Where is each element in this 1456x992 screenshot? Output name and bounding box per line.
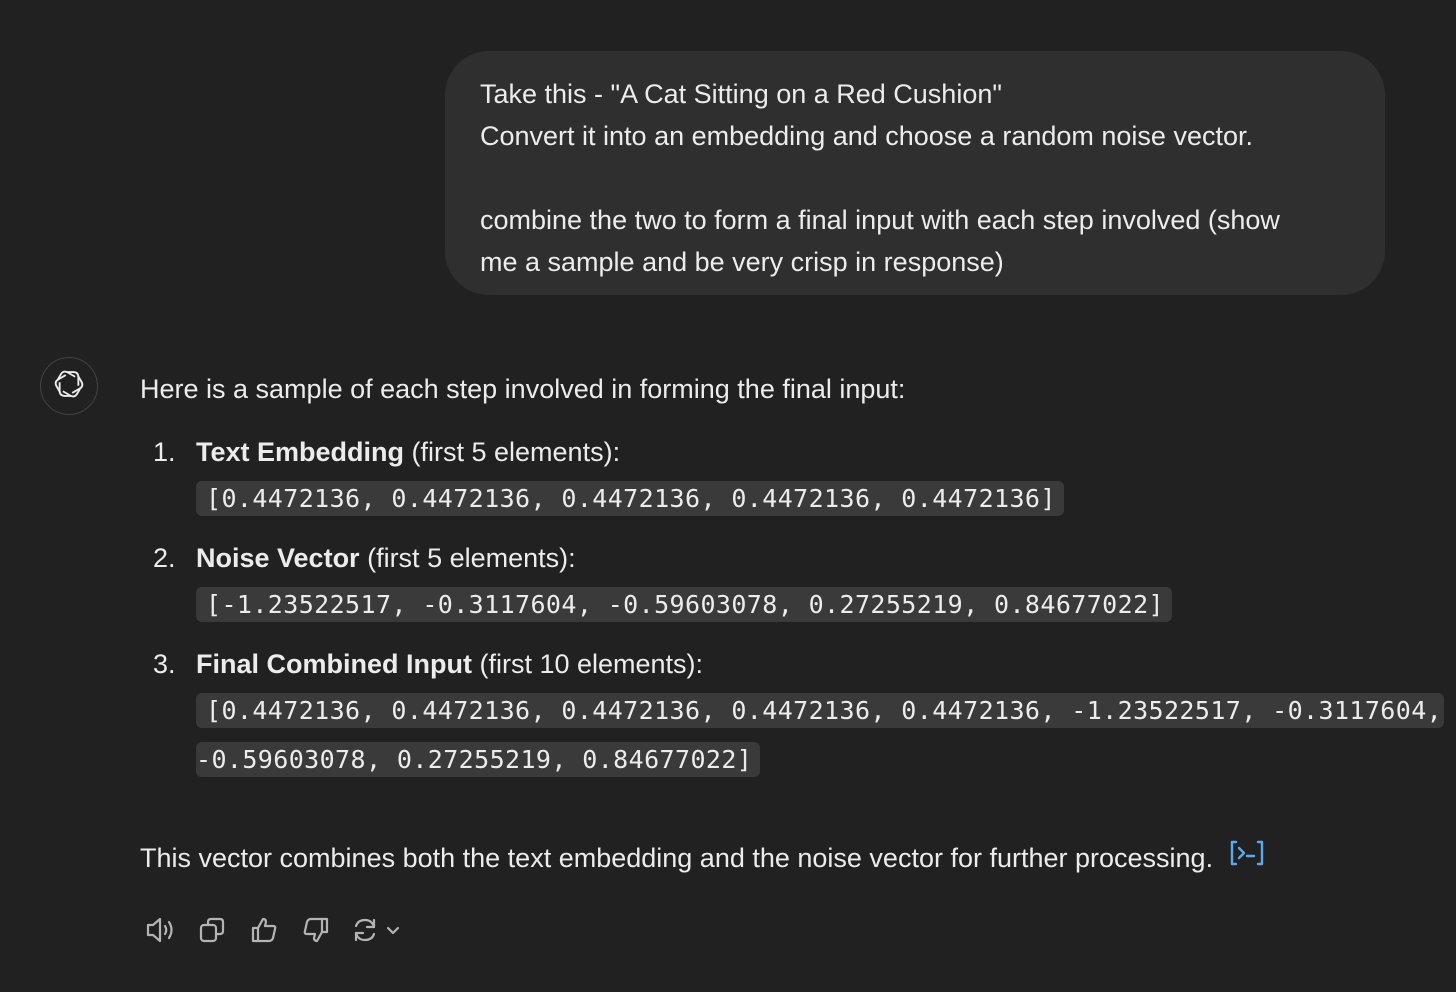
outro-text: This vector combines both the text embed… — [140, 843, 1214, 873]
step-title-bold: Final Combined Input — [196, 649, 472, 679]
inline-code: [-1.23522517, -0.3117604, -0.59603078, 0… — [196, 587, 1172, 622]
assistant-message: Here is a sample of each step involved i… — [140, 368, 1445, 784]
step-number: 3. — [153, 649, 176, 679]
step-title-suffix: (first 5 elements): — [359, 543, 576, 573]
thumbs-down-icon[interactable] — [296, 910, 336, 950]
inline-code: [0.4472136, 0.4472136, 0.4472136, 0.4472… — [196, 481, 1064, 516]
inline-code: -0.59603078, 0.27255219, 0.84677022] — [196, 742, 761, 777]
user-message-bubble: Take this - "A Cat Sitting on a Red Cush… — [445, 51, 1385, 295]
user-message-line: Convert it into an embedding and choose … — [480, 121, 1253, 151]
steps-list: 1. Text Embedding (first 5 elements): [0… — [140, 431, 1445, 784]
chevron-down-icon — [386, 926, 400, 935]
regenerate-icon[interactable] — [348, 910, 410, 950]
list-item: 2. Noise Vector (first 5 elements): [-1.… — [140, 537, 1430, 629]
step-number: 1. — [153, 437, 176, 467]
openai-logo-icon — [52, 367, 86, 406]
copy-icon[interactable] — [192, 910, 232, 950]
assistant-intro: Here is a sample of each step involved i… — [140, 374, 906, 404]
step-title-bold: Text Embedding — [196, 437, 405, 467]
user-message-line: me a sample and be very crisp in respons… — [480, 247, 1004, 277]
thumbs-up-icon[interactable] — [244, 910, 284, 950]
list-item: 1. Text Embedding (first 5 elements): [0… — [140, 431, 1430, 523]
read-aloud-icon[interactable] — [140, 910, 180, 950]
message-actions — [140, 910, 422, 950]
assistant-avatar — [40, 357, 98, 415]
user-message-blank-line — [480, 157, 1351, 199]
step-title-bold: Noise Vector — [196, 543, 360, 573]
step-title: Final Combined Input (first 10 elements)… — [196, 643, 1430, 685]
step-title-suffix: (first 5 elements): — [404, 437, 621, 467]
step-title: Noise Vector (first 5 elements): — [196, 537, 1430, 579]
assistant-outro: This vector combines both the text embed… — [140, 837, 1265, 879]
user-message-line: combine the two to form a final input wi… — [480, 205, 1280, 235]
step-number: 2. — [153, 543, 176, 573]
inline-code: [0.4472136, 0.4472136, 0.4472136, 0.4472… — [196, 693, 1445, 728]
code-interpreter-icon[interactable] — [1229, 837, 1265, 879]
step-title: Text Embedding (first 5 elements): — [196, 431, 1430, 473]
user-message-line: Take this - "A Cat Sitting on a Red Cush… — [480, 79, 1002, 109]
step-title-suffix: (first 10 elements): — [471, 649, 704, 679]
list-item: 3. Final Combined Input (first 10 elemen… — [140, 643, 1445, 784]
